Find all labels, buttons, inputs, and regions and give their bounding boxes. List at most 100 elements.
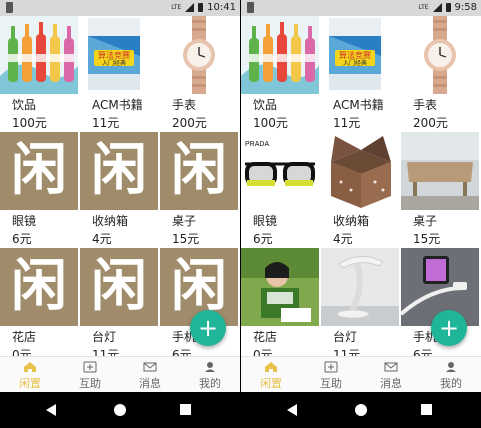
product-card[interactable]: 手机 6元 [401,248,481,364]
tab-add-box[interactable]: 互助 [301,357,361,393]
product-image [160,16,238,94]
mail-icon [120,361,180,373]
status-time: 10:41 [207,2,236,13]
product-card[interactable]: 闲花店 0元 [0,248,80,364]
product-name: ACM书籍 [92,98,143,112]
tab-label: 消息 [139,377,161,390]
product-card[interactable]: 闲桌子 15元 [160,132,240,248]
status-bar: LTE 9:58 [241,0,481,16]
add-fab[interactable]: + [190,310,226,346]
tab-label: 我的 [440,377,462,390]
product-price: 15元 [413,232,441,246]
product-price: 100元 [12,116,47,130]
tab-label: 闲置 [260,377,282,390]
tab-add-box[interactable]: 互助 [60,357,120,393]
tab-label: 互助 [320,377,342,390]
screen-right: LTE 9:58 饮品 100元 算法竞赛 入门经典 ACM书籍 11元 手表 200元 PRA… [241,0,481,428]
product-price: 6元 [12,232,32,246]
tab-user[interactable]: 我的 [180,357,240,393]
product-card[interactable]: 饮品 100元 [241,16,321,132]
product-image: 算法竞赛 入门经典 [80,16,158,94]
home-nav-icon[interactable] [114,404,126,416]
product-name: 花店 [253,330,278,344]
product-name: 桌子 [413,214,438,228]
user-icon [180,361,240,373]
product-card[interactable]: 闲眼镜 6元 [0,132,80,248]
product-image: 算法竞赛 入门经典 [321,16,399,94]
product-name: 手表 [172,98,197,112]
add-fab[interactable]: + [431,310,467,346]
home-icon [241,361,301,373]
product-image [241,16,319,94]
product-image [241,248,319,326]
product-name: 收纳箱 [333,214,370,228]
product-image [0,16,78,94]
signal-icon [185,3,195,12]
home-icon [0,361,60,373]
product-card[interactable]: 闲台灯 11元 [80,248,160,364]
product-card[interactable]: 收纳箱 4元 [321,132,401,248]
product-name: 眼镜 [253,214,278,228]
product-card[interactable]: 手表 200元 [401,16,481,132]
back-icon[interactable] [287,404,297,416]
product-card[interactable]: 手表 200元 [160,16,240,132]
nav-bar [241,392,481,428]
recents-icon[interactable] [421,404,432,415]
screen-left: LTE 10:41 饮品 100元 算法竞赛 入门经典 ACM书籍 11元 手表 200元闲眼… [0,0,240,428]
tab-home[interactable]: 闲置 [241,357,301,393]
svg-text:算法竞赛: 算法竞赛 [339,50,371,60]
status-bar: LTE 10:41 [0,0,240,16]
product-image: 闲 [80,248,158,326]
product-price: 6元 [253,232,273,246]
product-name: 饮品 [253,98,278,112]
product-card[interactable]: 闲收纳箱 4元 [80,132,160,248]
svg-text:算法竞赛: 算法竞赛 [98,50,130,60]
tab-mail[interactable]: 消息 [120,357,180,393]
sim-icon [247,2,254,13]
product-name: 收纳箱 [92,214,129,228]
product-price: 11元 [333,116,361,130]
product-image [321,248,399,326]
product-card[interactable]: 算法竞赛 入门经典 ACM书籍 11元 [321,16,401,132]
product-price: 4元 [92,232,112,246]
product-card[interactable]: 桌子 15元 [401,132,481,248]
product-price: 200元 [413,116,448,130]
svg-text:PRADA: PRADA [245,141,269,148]
user-icon [421,361,481,373]
product-name: 饮品 [12,98,37,112]
status-time: 9:58 [454,2,477,13]
add-box-icon [60,361,120,373]
product-card[interactable]: 花店 0元 [241,248,321,364]
sim-icon [6,2,13,13]
product-image: 闲 [0,132,78,210]
screens: LTE 10:41 饮品 100元 算法竞赛 入门经典 ACM书籍 11元 手表 200元闲眼… [0,0,481,428]
product-price: 11元 [92,116,120,130]
product-card[interactable]: PRADA 眼镜 6元 [241,132,321,248]
back-icon[interactable] [46,404,56,416]
product-card[interactable]: 台灯 11元 [321,248,401,364]
product-image: 闲 [80,132,158,210]
signal-icon [432,3,442,12]
tab-label: 闲置 [19,377,41,390]
product-image: 闲 [160,132,238,210]
product-card[interactable]: 闲手机 6元 [160,248,240,364]
product-name: 花店 [12,330,37,344]
product-image: PRADA [241,132,319,210]
product-card[interactable]: 算法竞赛 入门经典 ACM书籍 11元 [80,16,160,132]
product-name: 台灯 [92,330,117,344]
product-card[interactable]: 饮品 100元 [0,16,80,132]
tab-label: 消息 [380,377,402,390]
lte-label: LTE [171,3,182,11]
tab-home[interactable]: 闲置 [0,357,60,393]
battery-icon [198,3,204,12]
battery-icon [445,3,451,12]
home-nav-icon[interactable] [355,404,367,416]
lte-label: LTE [418,3,429,11]
product-image [401,16,479,94]
tab-bar: 闲置 互助 消息 我的 [0,356,240,393]
tab-mail[interactable]: 消息 [361,357,421,393]
recents-icon[interactable] [180,404,191,415]
product-image [401,132,479,210]
product-image [321,132,399,210]
tab-user[interactable]: 我的 [421,357,481,393]
